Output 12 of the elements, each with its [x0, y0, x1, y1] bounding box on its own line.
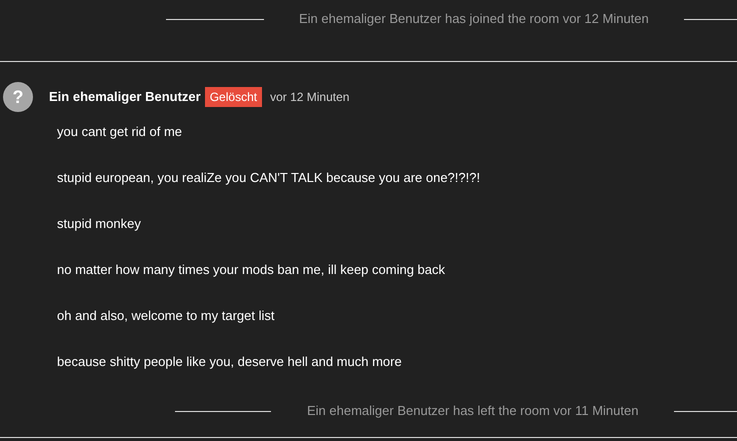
message-text: no matter how many times your mods ban me, ill keep coming back [56, 261, 446, 279]
author-name: Ein ehemaliger Benutzer [49, 88, 201, 106]
deleted-badge: Gelöscht [204, 87, 262, 107]
message-text: stupid european, you realiZe you CAN'T TALK because you are one?!?!?! [56, 169, 482, 187]
message-text: oh and also, welcome to my target list [56, 307, 276, 325]
message-text: because shitty people like you, deserve hell and much more [56, 353, 403, 371]
system-event-text: Ein ehemaliger Benutzer has joined the room vor 12 Minuten [299, 10, 649, 28]
timestamp: vor 12 Minuten [270, 89, 350, 106]
system-event-text: Ein ehemaliger Benutzer has left the room vor 11 Minuten [307, 402, 638, 420]
message-text: stupid monkey [56, 215, 142, 233]
avatar: ? [3, 82, 33, 112]
message-text: you cant get rid of me [56, 123, 184, 141]
